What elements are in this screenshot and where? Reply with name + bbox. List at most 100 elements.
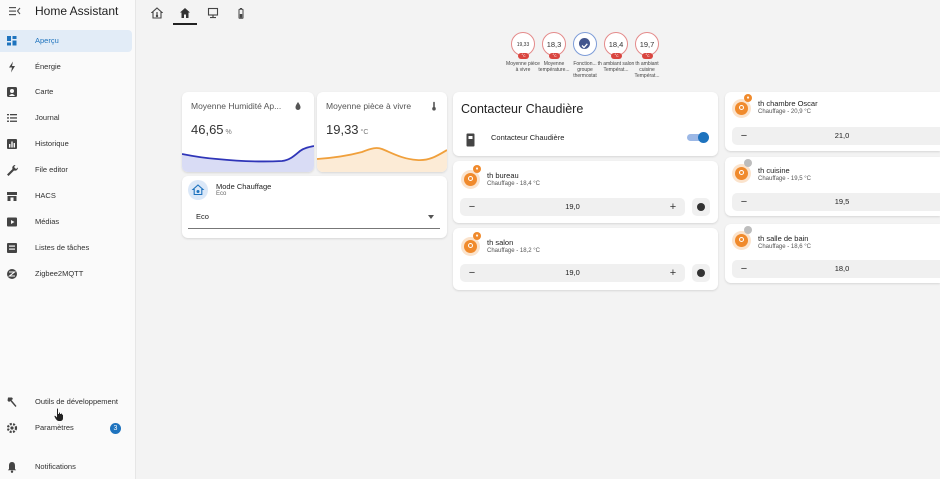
chart-icon: [7, 139, 17, 149]
decrease-button[interactable]: −: [466, 267, 478, 279]
thermostat-state: Chauffage - 18,6 °C: [758, 244, 811, 250]
sidebar-item-zigbee[interactable]: Zigbee2MQTT: [0, 263, 132, 285]
sidebar-item-file-editor[interactable]: File editor: [0, 159, 132, 181]
hvac-mode-button[interactable]: [692, 264, 710, 282]
hvac-mode-button[interactable]: [692, 198, 710, 216]
badge-value: 18,4: [608, 40, 624, 49]
thermostat-state: Chauffage - 19,5 °C: [758, 176, 811, 182]
badge-circle: 18,4 °c: [604, 32, 628, 59]
badge-unit: °c: [611, 53, 622, 59]
setpoint-value: 19,5: [834, 197, 850, 206]
home-thermostat-icon: [188, 180, 208, 200]
heating-flame-icon: ♦: [744, 94, 752, 102]
sidebar-item-historique[interactable]: Historique: [0, 133, 132, 155]
gear-icon: [6, 422, 18, 434]
card-heading: Contacteur Chaudière: [461, 102, 584, 116]
chaudiere-card: Contacteur Chaudière Contacteur Chaudièr…: [453, 92, 718, 156]
settings-badge: 3: [110, 423, 121, 434]
tab-view-home[interactable]: [173, 3, 197, 25]
badge-value: 19,7: [639, 40, 655, 49]
thermostat-state: Chauffage - 18,4 °C: [487, 181, 540, 187]
badge-circle: 19,33 °c: [511, 32, 535, 59]
thermostat-name: th salon: [487, 238, 514, 247]
setpoint-control: − 19,5: [732, 193, 940, 211]
sidebar-item-journal[interactable]: Journal: [0, 107, 132, 129]
increase-button[interactable]: +: [667, 201, 679, 213]
checklist-icon: [7, 243, 17, 253]
heating-flame-icon: ♦: [473, 232, 481, 240]
sidebar-item-medias[interactable]: Médias: [0, 211, 132, 233]
sidebar-item-label: Énergie: [35, 62, 61, 71]
tab-view-monitor[interactable]: [201, 3, 225, 25]
dashboard-icon: [7, 36, 17, 46]
sidebar-item-label: Zigbee2MQTT: [35, 269, 84, 278]
temperature-sparkline: [317, 147, 447, 172]
sensor-card-humidity[interactable]: Moyenne Humidité Ap... 46,65%: [182, 92, 314, 172]
home-thermometer-icon: [151, 7, 163, 19]
media-icon: [7, 217, 17, 227]
power-dial-icon: [697, 269, 705, 277]
sidebar-item-label: Journal: [35, 113, 60, 122]
sidebar-item-settings[interactable]: Paramètres 3: [0, 417, 132, 439]
badge-unit: °c: [642, 53, 653, 59]
sidebar-item-hacs[interactable]: HACS: [0, 185, 132, 207]
thermostat-name: th cuisine: [758, 166, 790, 175]
thermometer-icon: [432, 101, 436, 111]
lightning-icon: [9, 61, 15, 73]
sensor-name: Moyenne Humidité Ap...: [191, 101, 282, 111]
chaudiere-toggle-knob[interactable]: [698, 132, 709, 143]
badges-row: 19,33 °c Moyenne pièce à vivre 18,3 °c M…: [506, 32, 668, 87]
tab-view-battery[interactable]: [229, 3, 253, 25]
tab-view-thermostat[interactable]: [145, 3, 169, 25]
sidebar-item-listes[interactable]: Listes de tâches: [0, 237, 132, 259]
heating-flame-icon: ♦: [473, 165, 481, 173]
sensor-name: Moyenne pièce à vivre: [326, 101, 412, 111]
setpoint-control: − 19,0 +: [460, 198, 685, 216]
gas-burner-icon: [466, 133, 475, 147]
sidebar-item-label: Historique: [35, 139, 69, 148]
sidebar-item-label: Carte: [35, 87, 54, 96]
check-circle-icon: [579, 38, 590, 49]
sidebar-item-label: Médias: [35, 217, 60, 226]
decrease-button[interactable]: −: [738, 263, 750, 275]
sidebar-item-label: Notifications: [35, 462, 76, 471]
decrease-button[interactable]: −: [466, 201, 478, 213]
power-dial-icon: [697, 203, 705, 211]
thermostat-name: th bureau: [487, 171, 519, 180]
setpoint-value: 18,0: [834, 264, 850, 273]
thermostat-card-salon: ♦ th salon Chauffage - 18,2 °C − 19,0 +: [453, 228, 718, 290]
sidebar-item-notifications[interactable]: Notifications: [0, 456, 132, 478]
sidebar-item-carte[interactable]: Carte: [0, 81, 132, 103]
battery-icon: [238, 8, 244, 19]
sensor-value: 46,65%: [191, 122, 232, 137]
mode-chauffage-card: Mode Chauffage Eco Eco: [182, 176, 447, 238]
hammer-icon: [7, 397, 17, 407]
map-icon: [7, 87, 17, 97]
sidebar-item-apercu[interactable]: Aperçu: [0, 30, 132, 52]
select-value: Eco: [196, 212, 209, 221]
menu-icon[interactable]: [8, 4, 22, 18]
thermostat-card-cuisine: th cuisine Chauffage - 19,5 °C − 19,5: [725, 157, 940, 216]
decrease-button[interactable]: −: [738, 130, 750, 142]
sidebar-item-energie[interactable]: Énergie: [0, 56, 132, 78]
increase-button[interactable]: +: [667, 267, 679, 279]
setpoint-control: − 19,0 +: [460, 264, 685, 282]
badge-unit: °c: [549, 53, 560, 59]
badge-value: 18,3: [546, 40, 562, 49]
mouse-cursor-icon: [54, 408, 63, 421]
decrease-button[interactable]: −: [738, 196, 750, 208]
thermostat-name: th chambre Oscar: [758, 99, 818, 108]
setpoint-control: − 21,0: [732, 127, 940, 145]
monitor-icon: [207, 7, 219, 19]
home-icon: [180, 8, 190, 18]
sensor-card-temperature[interactable]: Moyenne pièce à vivre 19,33 °C: [317, 92, 447, 172]
badge-circle: 19,7 °c: [635, 32, 659, 59]
sidebar: Home Assistant Aperçu Énergie Carte Jour…: [0, 0, 136, 479]
setpoint-value: 21,0: [834, 131, 850, 140]
idle-status-icon: [744, 159, 752, 167]
sidebar-item-dev-tools[interactable]: Outils de développement: [0, 391, 132, 413]
humidity-sparkline: [182, 145, 314, 172]
thermostat-card-bureau: ♦ th bureau Chauffage - 18,4 °C − 19,0 +: [453, 161, 718, 223]
setpoint-control: − 18,0: [732, 260, 940, 278]
mode-select[interactable]: Eco: [188, 206, 440, 229]
